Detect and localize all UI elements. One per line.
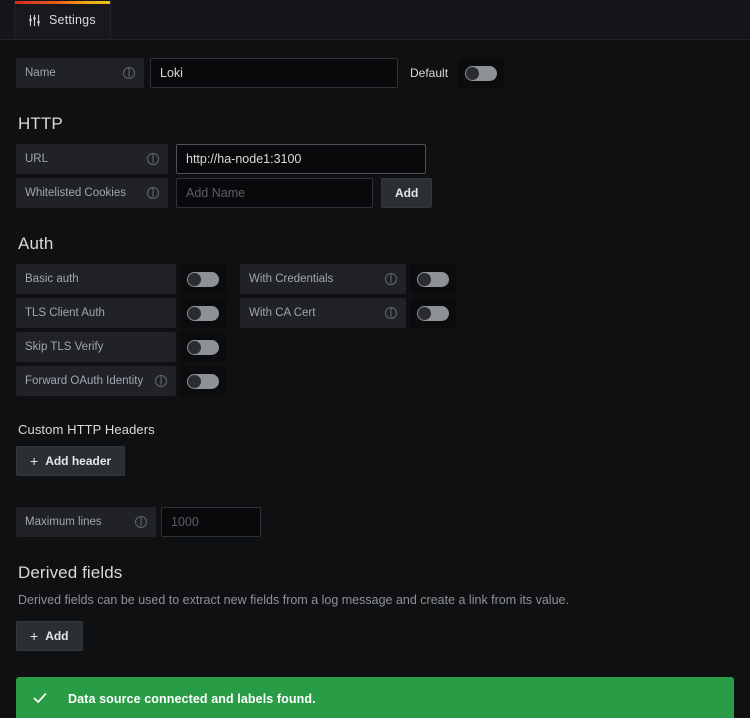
custom-headers-title: Custom HTTP Headers [18,422,155,437]
tab-bar: Settings [0,0,750,40]
with-ca-cert-toggle[interactable] [410,298,456,328]
info-icon[interactable] [147,153,159,165]
basic-auth-label-text: Basic auth [25,273,79,285]
toggle-switch [417,271,449,287]
info-icon[interactable] [385,273,397,285]
maximum-lines-row: Maximum lines [16,507,734,537]
with-ca-cert-label-text: With CA Cert [249,307,316,319]
tab-settings[interactable]: Settings [14,1,111,39]
add-header-button-label: Add header [45,454,112,468]
maximum-lines-input[interactable] [161,507,261,537]
skip-tls-verify-label: Skip TLS Verify [16,332,176,362]
toggle-switch [187,305,219,321]
info-icon[interactable] [385,307,397,319]
maximum-lines-label-text: Maximum lines [25,516,102,528]
forward-oauth-identity-toggle[interactable] [180,366,226,396]
maximum-lines-label: Maximum lines [16,507,156,537]
default-label: Default [410,66,449,80]
http-section-title: HTTP [18,114,63,133]
basic-auth-label: Basic auth [16,264,176,294]
status-alert: Data source connected and labels found. [16,677,734,718]
add-derived-field-button-label: Add [45,629,69,643]
whitelisted-cookies-label-text: Whitelisted Cookies [25,187,126,199]
add-cookie-button-label: Add [395,186,419,200]
with-credentials-label: With Credentials [240,264,406,294]
tab-settings-label: Settings [49,13,96,27]
name-input[interactable] [150,58,398,88]
url-label: URL [16,144,168,174]
info-icon[interactable] [123,67,135,79]
basic-auth-toggle[interactable] [180,264,226,294]
settings-page: Name Default HTTP URL Whitelisted Cookie… [0,40,750,651]
whitelisted-cookies-input[interactable] [176,178,373,208]
name-row: Name Default [16,58,734,88]
forward-oauth-identity-label: Forward OAuth Identity [16,366,176,396]
url-input[interactable] [176,144,426,174]
tls-client-auth-toggle[interactable] [180,298,226,328]
skip-tls-verify-toggle[interactable] [180,332,226,362]
derived-fields-description: Derived fields can be used to extract ne… [18,593,569,607]
whitelisted-cookies-label: Whitelisted Cookies [16,178,168,208]
url-label-text: URL [25,153,49,165]
url-row: URL [16,144,734,174]
auth-row-forward-oauth: Forward OAuth Identity [16,366,734,396]
add-header-button[interactable]: + Add header [16,446,126,476]
toggle-switch [187,271,219,287]
auth-row-tls-client: TLS Client Auth With CA Cert [16,298,734,328]
auth-row-skip-tls: Skip TLS Verify [16,332,734,362]
with-credentials-label-text: With Credentials [249,273,334,285]
forward-oauth-identity-label-text: Forward OAuth Identity [25,375,144,387]
toggle-switch [187,339,219,355]
derived-fields-title: Derived fields [18,563,123,582]
toggle-switch [465,65,498,81]
tls-client-auth-label-text: TLS Client Auth [25,307,105,319]
default-toggle[interactable] [458,58,505,88]
auth-row-basic: Basic auth With Credentials [16,264,734,294]
info-icon[interactable] [135,516,147,528]
add-cookie-button[interactable]: Add [381,178,433,208]
with-ca-cert-label: With CA Cert [240,298,406,328]
auth-section-title: Auth [18,234,54,253]
name-label: Name [16,58,144,88]
toggle-switch [417,305,449,321]
add-derived-field-button[interactable]: + Add [16,621,83,651]
status-alert-message: Data source connected and labels found. [68,692,316,706]
sliders-icon [28,14,41,27]
info-icon[interactable] [155,375,167,387]
plus-icon: + [30,453,39,469]
whitelisted-cookies-row: Whitelisted Cookies Add [16,178,734,208]
name-label-text: Name [25,67,56,79]
tls-client-auth-label: TLS Client Auth [16,298,176,328]
plus-icon: + [30,628,39,644]
with-credentials-toggle[interactable] [410,264,456,294]
check-icon [32,690,48,709]
info-icon[interactable] [147,187,159,199]
toggle-switch [187,373,219,389]
skip-tls-verify-label-text: Skip TLS Verify [25,341,104,353]
